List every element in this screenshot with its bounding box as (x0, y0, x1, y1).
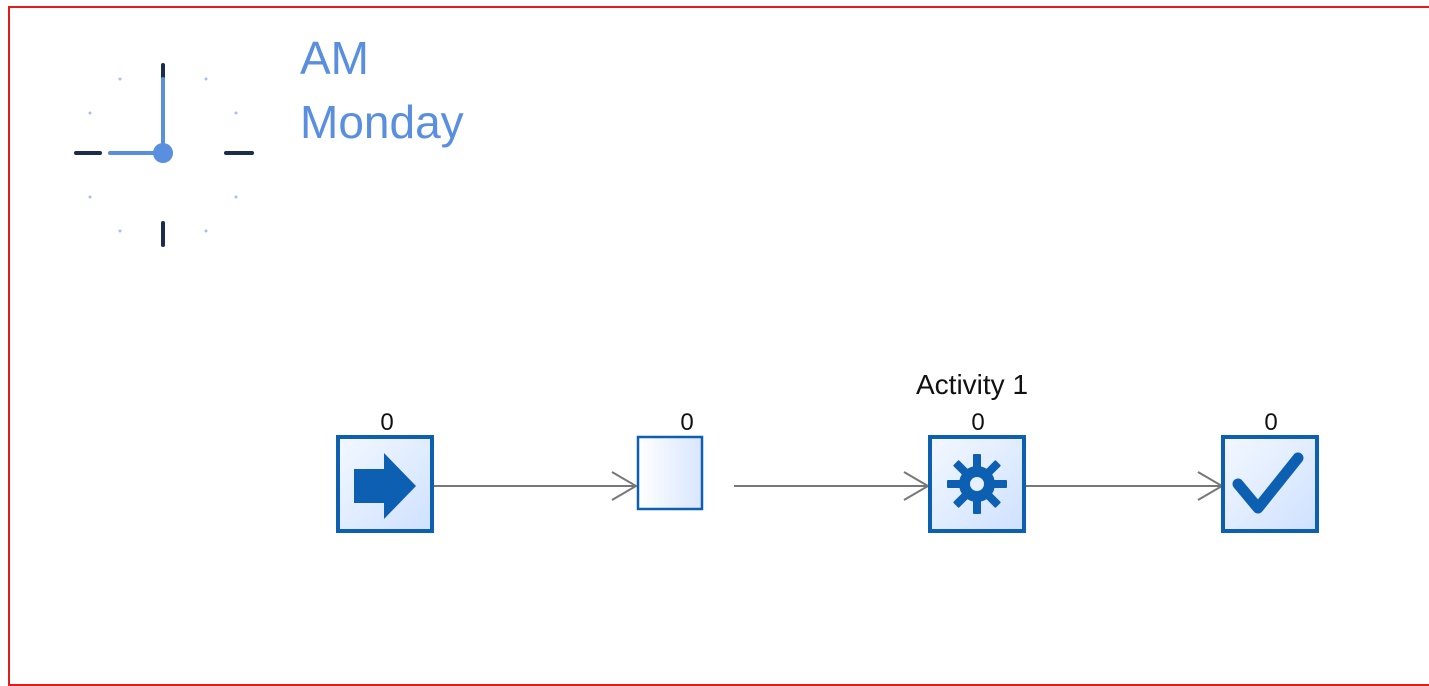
activity-node[interactable]: Activity 1 0 (916, 369, 1028, 533)
activity-label: Activity 1 (916, 369, 1028, 400)
start-node[interactable]: 0 (336, 409, 434, 533)
connectors (432, 471, 1224, 501)
queue-node[interactable]: 0 (636, 409, 704, 511)
queue-box (636, 435, 704, 511)
activity-count: 0 (971, 409, 984, 436)
canvas: AM Monday 0 0 Activity 1 0 0 (0, 0, 1429, 686)
start-count: 0 (380, 409, 393, 436)
process-diagram: 0 0 Activity 1 0 0 (336, 369, 1319, 533)
gear-icon (947, 454, 1007, 514)
end-node[interactable]: 0 (1221, 409, 1319, 533)
end-count: 0 (1264, 409, 1277, 436)
queue-count: 0 (680, 409, 693, 436)
